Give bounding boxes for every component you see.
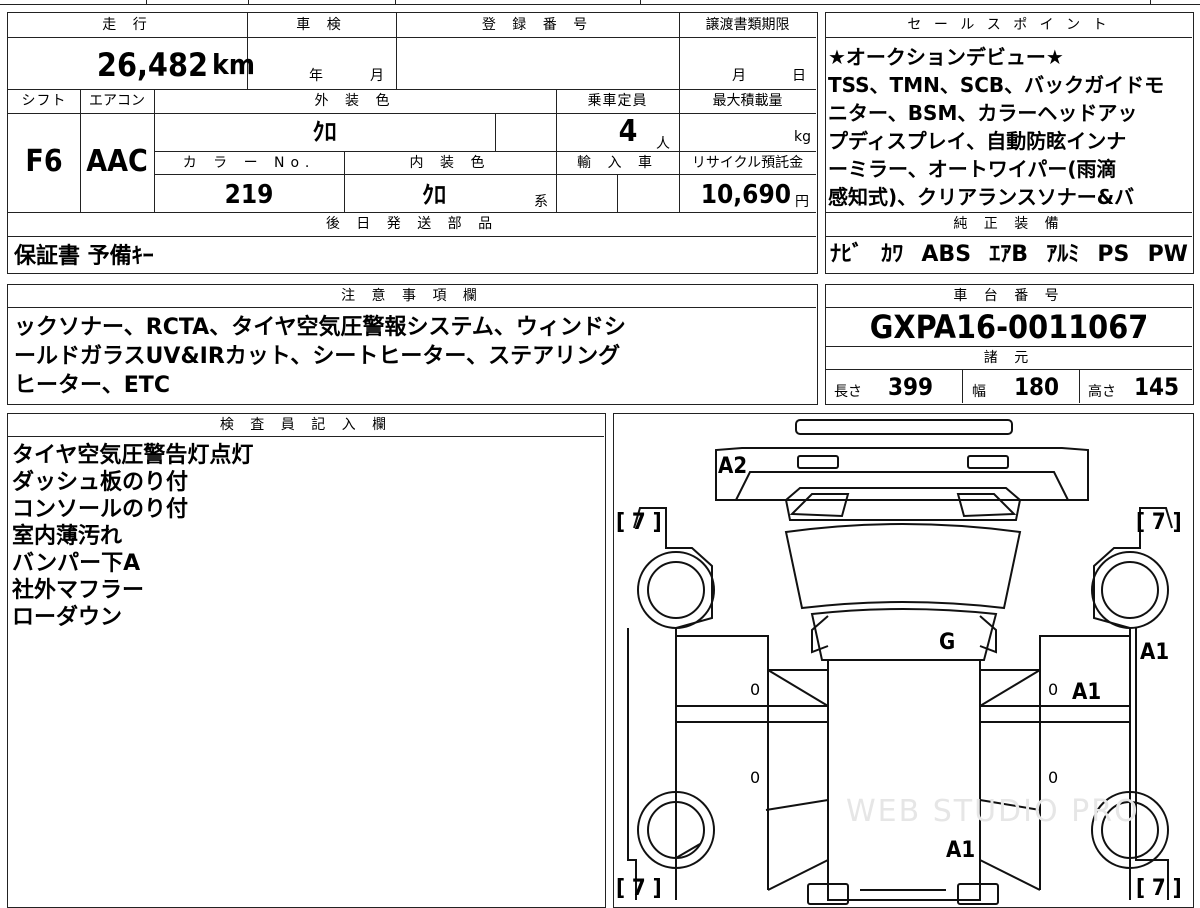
sales-point-header: セ ー ル ス ポ イ ン ト [907,17,1111,33]
equipment-item: PW [1147,242,1188,267]
vehicle-info-table: 走 行 車 検 登 録 番 号 譲渡書類期限 26,482 km 年 月 月 日… [7,12,818,274]
door-mark: 0 [1048,768,1059,787]
genuine-equipment-list: ﾅﾋﾞ ｶﾜ ABS ｴｱB ｱﾙﾐ PS PW [830,241,1188,268]
color-number-value: 219 [224,180,274,210]
inspector-header: 検 査 員 記 入 欄 [219,417,393,433]
inspector-line: コンソールのり付 [12,497,189,522]
watermark: WEB STUDIO PRO [846,794,1140,829]
equipment-item: ｶﾜ [881,242,904,267]
inspector-line: バンパー下A [12,551,141,576]
chassis-number-header: 車 台 番 号 [953,288,1065,304]
equipment-item: PS [1097,242,1130,267]
notes-box: 注 意 事 項 欄 ックソナー、RCTA、タイヤ空気圧警報システム、ウィンドシ … [7,284,818,405]
equipment-item: ﾅﾋﾞ [830,242,864,267]
equipment-item: ABS [921,242,972,267]
inspector-line: ローダウン [12,605,123,630]
sales-line: TSS、TMN、SCB、バックガイドモ [828,73,1165,97]
interior-color-suffix: 系 [534,194,548,210]
later-parts-header: 後 日 発 送 部 品 [325,216,499,232]
recycle-deposit-header: リサイクル預託金 [691,155,804,171]
equipment-item: ｴｱB [989,242,1029,267]
chassis-number-value: GXPA16-0011067 [869,308,1149,346]
chassis-specs-box: 車 台 番 号 GXPA16-0011067 諸 元 長さ 399 幅 180 … [825,284,1194,405]
mileage-value: 26,482 [96,46,208,84]
capacity-value: 4 [618,114,638,149]
width-label: 幅 [972,384,986,400]
top-strip-remnant [0,0,1200,6]
capacity-header: 乗車定員 [587,93,648,109]
door-mark: 0 [750,768,761,787]
recycle-deposit-value: 10,690 [700,180,791,210]
tire-mark-rear-right: [ 7 ] [1136,876,1182,901]
mileage-unit: km [212,48,255,81]
inspector-line: 社外マフラー [12,578,145,603]
shaken-header: 車 検 [296,17,347,33]
aircon-header: エアコン [89,93,145,109]
sales-line: ーミラー、オートワイパー(雨滴 [828,157,1117,181]
mileage-header: 走 行 [102,17,153,33]
inspector-line: タイヤ空気圧警告灯点灯 [12,443,254,468]
sales-point-text: ★オークションデビュー★ TSS、TMN、SCB、バックガイドモ ニター、BSM… [828,43,1190,211]
transfer-month-label: 月 [732,68,746,84]
damage-mark-a2: A2 [718,454,748,479]
exterior-color-value: ｸﾛ [312,118,337,146]
height-value: 145 [1134,373,1180,401]
import-header: 輸 入 車 [577,155,658,171]
shift-header: シフト [21,93,67,109]
damage-mark-g: G [939,630,956,655]
length-value: 399 [888,373,934,401]
inspector-box: 検 査 員 記 入 欄 タイヤ空気圧警告灯点灯 ダッシュ板のり付 コンソールのり… [7,413,606,908]
transfer-deadline-header: 譲渡書類期限 [705,17,790,33]
tire-mark-front-left: [ 7 ] [616,510,662,535]
height-label: 高さ [1088,384,1116,400]
sales-line: プディスプレイ、自動防眩インナ [828,129,1127,153]
shaken-year-label: 年 [309,68,323,84]
shift-value: F6 [25,144,63,179]
aircon-value: AAC [86,144,148,179]
shaken-month-label: 月 [370,68,384,84]
door-mark: 0 [750,680,761,699]
inspector-line: 室内薄汚れ [12,524,123,549]
notes-line: ックソナー、RCTA、タイヤ空気圧警報システム、ウィンドシ [14,315,626,340]
notes-line: ヒーター、ETC [14,373,170,398]
capacity-unit: 人 [656,136,670,152]
interior-color-value: ｸﾛ [422,181,446,209]
recycle-deposit-unit: 円 [795,194,809,210]
damage-mark-a1-side: A1 [1140,640,1170,665]
sales-line: ニター、BSM、カラーヘッドアッ [828,101,1138,125]
notes-line: ールドガラスUV&IRカット、シートヒーター、ステアリング [14,344,621,369]
length-label: 長さ [834,384,862,400]
car-diagram-box: [ 7 ] [ 7 ] [ 7 ] [ 7 ] A2 G A1 A1 A1 0 … [613,413,1194,908]
notes-text: ックソナー、RCTA、タイヤ空気圧警報システム、ウィンドシ ールドガラスUV&I… [14,313,626,400]
later-parts-value: 保証書 予備ｷｰ [14,244,154,269]
tire-mark-front-right: [ 7 ] [1136,510,1182,535]
specs-header: 諸 元 [983,350,1035,366]
sales-line: 感知式)、クリアランスソナー&バ [828,185,1135,209]
damage-mark-a1-door: A1 [1072,680,1102,705]
car-damage-diagram [626,418,1173,905]
damage-mark-a1-rear: A1 [946,838,976,863]
width-value: 180 [1014,373,1060,401]
sales-point-box: セ ー ル ス ポ イ ン ト ★オークションデビュー★ TSS、TMN、SCB… [825,12,1194,274]
sales-line: ★オークションデビュー★ [828,45,1064,69]
transfer-day-label: 日 [792,68,806,84]
interior-color-header: 内 装 色 [409,155,491,171]
max-load-unit: kg [794,129,811,145]
inspector-line: ダッシュ板のり付 [12,470,189,495]
notes-header: 注 意 事 項 欄 [341,288,483,304]
exterior-color-header: 外 装 色 [314,93,396,109]
registration-header: 登 録 番 号 [481,17,594,33]
color-number-header: カ ラ ー No. [182,155,316,171]
equipment-item: ｱﾙﾐ [1046,242,1080,267]
inspector-text: タイヤ空気圧警告灯点灯 ダッシュ板のり付 コンソールのり付 室内薄汚れ バンパー… [12,442,253,631]
door-mark: 0 [1048,680,1059,699]
tire-mark-rear-left: [ 7 ] [616,876,662,901]
genuine-equipment-header: 純 正 装 備 [953,216,1065,232]
max-load-header: 最大積載量 [712,93,783,109]
